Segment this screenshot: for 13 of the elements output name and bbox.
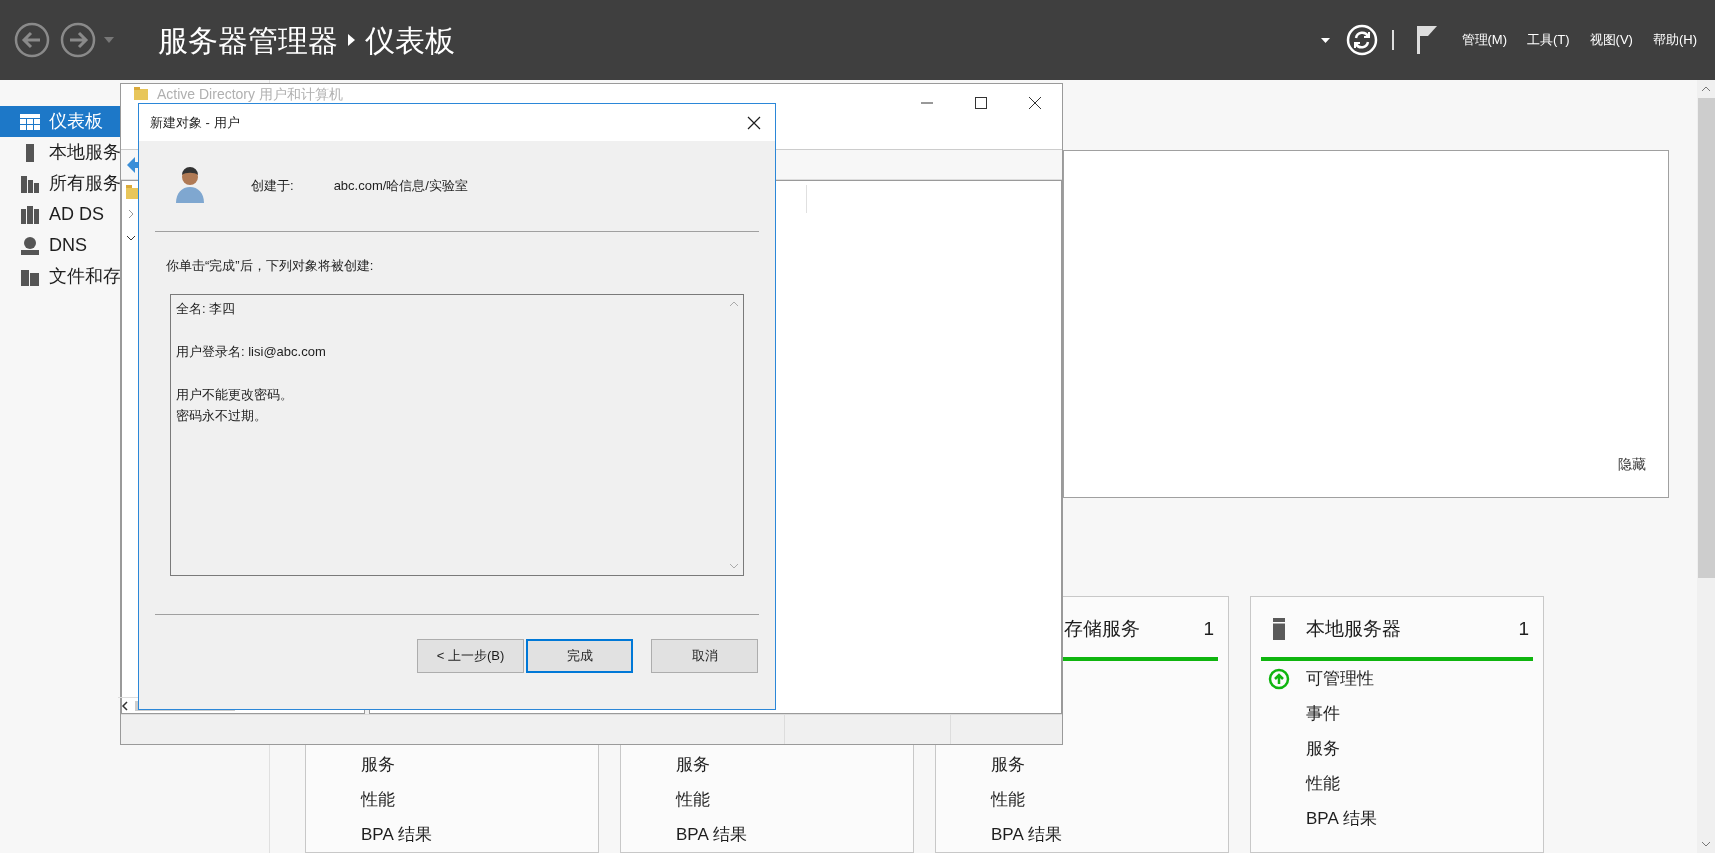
summary-line: 密码永不过期。 — [176, 406, 268, 425]
app-title: 服务器管理器 — [158, 22, 338, 59]
summary-line: 用户登录名: lisi@abc.com — [176, 342, 327, 361]
field-label: 创建于: — [251, 177, 294, 196]
window-title: Active Directory 用户和计算机 — [157, 86, 343, 102]
tile-count: 1 — [1203, 616, 1214, 641]
summary-line: 用户不能更改密码。 — [176, 385, 294, 404]
tile-count: 1 — [1518, 616, 1529, 641]
intro-text: 你单击“完成”后，下列对象将被创建: — [166, 257, 375, 275]
page-title: 仪表板 — [365, 22, 455, 59]
field-value: abc.com/哈信息/实验室 — [333, 177, 468, 196]
summary-line: 全名: 李四 — [176, 299, 237, 318]
dialog-title: 新建对象 - 用户 — [150, 113, 240, 132]
